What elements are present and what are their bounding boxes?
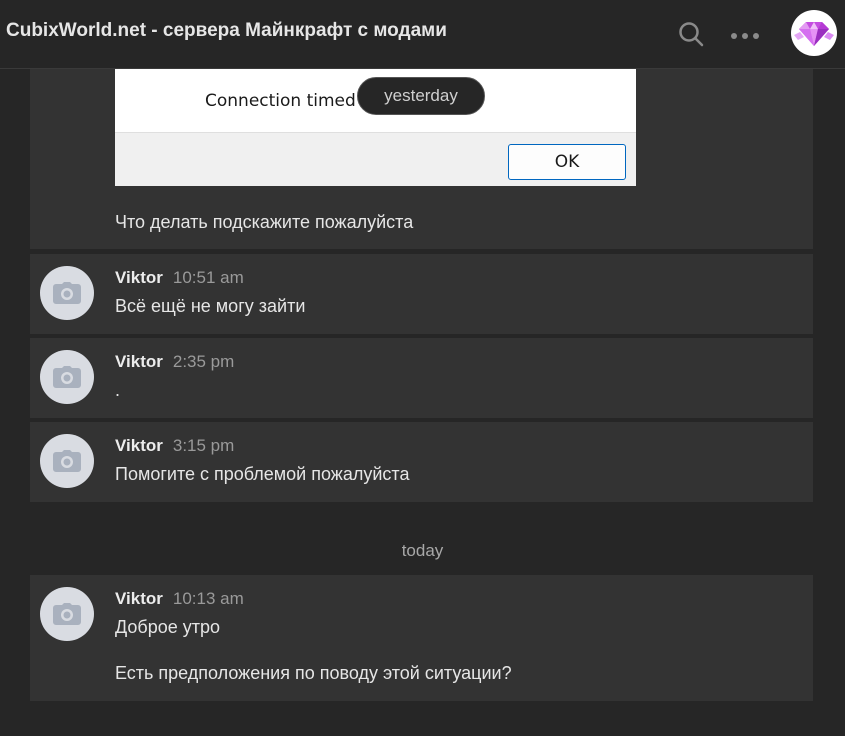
author-name[interactable]: Viktor bbox=[115, 436, 163, 455]
search-icon[interactable] bbox=[678, 21, 704, 47]
avatar[interactable] bbox=[40, 434, 94, 488]
dialog-ok-button: OK bbox=[508, 144, 626, 180]
message-header: Viktor 2:35 pm bbox=[115, 352, 234, 372]
date-pill: yesterday bbox=[357, 77, 485, 115]
message-feed[interactable]: Connection timed OK yesterday Что делать… bbox=[0, 69, 845, 736]
message-text: Всё ещё не могу зайти bbox=[115, 296, 306, 316]
message-text: Доброе утро bbox=[115, 617, 221, 637]
author-name[interactable]: Viktor bbox=[115, 589, 163, 608]
message-text: Есть предположения по поводу этой ситуац… bbox=[115, 663, 512, 683]
camera-icon bbox=[53, 366, 81, 388]
dialog-footer: OK bbox=[115, 132, 636, 186]
date-divider: today bbox=[401, 541, 444, 560]
message-time: 10:51 am bbox=[172, 268, 244, 287]
message-header: Viktor 3:15 pm bbox=[115, 436, 234, 456]
message-header: Viktor 10:13 am bbox=[115, 589, 244, 609]
message-card: Viktor 10:51 am Всё ещё не могу зайти bbox=[30, 254, 813, 334]
avatar[interactable] bbox=[40, 350, 94, 404]
camera-icon bbox=[53, 603, 81, 625]
message-time: 3:15 pm bbox=[172, 436, 235, 455]
top-bar: CubixWorld.net - сервера Майнкрафт с мод… bbox=[0, 0, 845, 69]
message-text: . bbox=[115, 380, 121, 400]
message-text: Помогите с проблемой пожалуйста bbox=[115, 464, 410, 484]
camera-icon bbox=[53, 450, 81, 472]
message-card: Viktor 2:35 pm . bbox=[30, 338, 813, 418]
page-title: CubixWorld.net - сервера Майнкрафт с мод… bbox=[6, 20, 447, 41]
message-time: 2:35 pm bbox=[172, 352, 235, 371]
message-time: 10:13 am bbox=[172, 589, 244, 608]
profile-avatar[interactable] bbox=[791, 10, 837, 56]
message-card: Connection timed OK yesterday Что делать… bbox=[30, 69, 813, 249]
diamond-logo-icon bbox=[794, 22, 834, 46]
message-text: Что делать подскажите пожалуйста bbox=[115, 212, 414, 232]
author-name[interactable]: Viktor bbox=[115, 352, 163, 371]
message-card: Viktor 3:15 pm Помогите с проблемой пожал… bbox=[30, 422, 813, 502]
more-horizontal-icon[interactable] bbox=[730, 28, 760, 39]
message-card: Viktor 10:13 am Доброе утро Есть предполо… bbox=[30, 575, 813, 701]
avatar[interactable] bbox=[40, 587, 94, 641]
avatar[interactable] bbox=[40, 266, 94, 320]
dialog-message: Connection timed bbox=[205, 91, 356, 111]
camera-icon bbox=[53, 282, 81, 304]
message-header: Viktor 10:51 am bbox=[115, 268, 244, 288]
author-name[interactable]: Viktor bbox=[115, 268, 163, 287]
